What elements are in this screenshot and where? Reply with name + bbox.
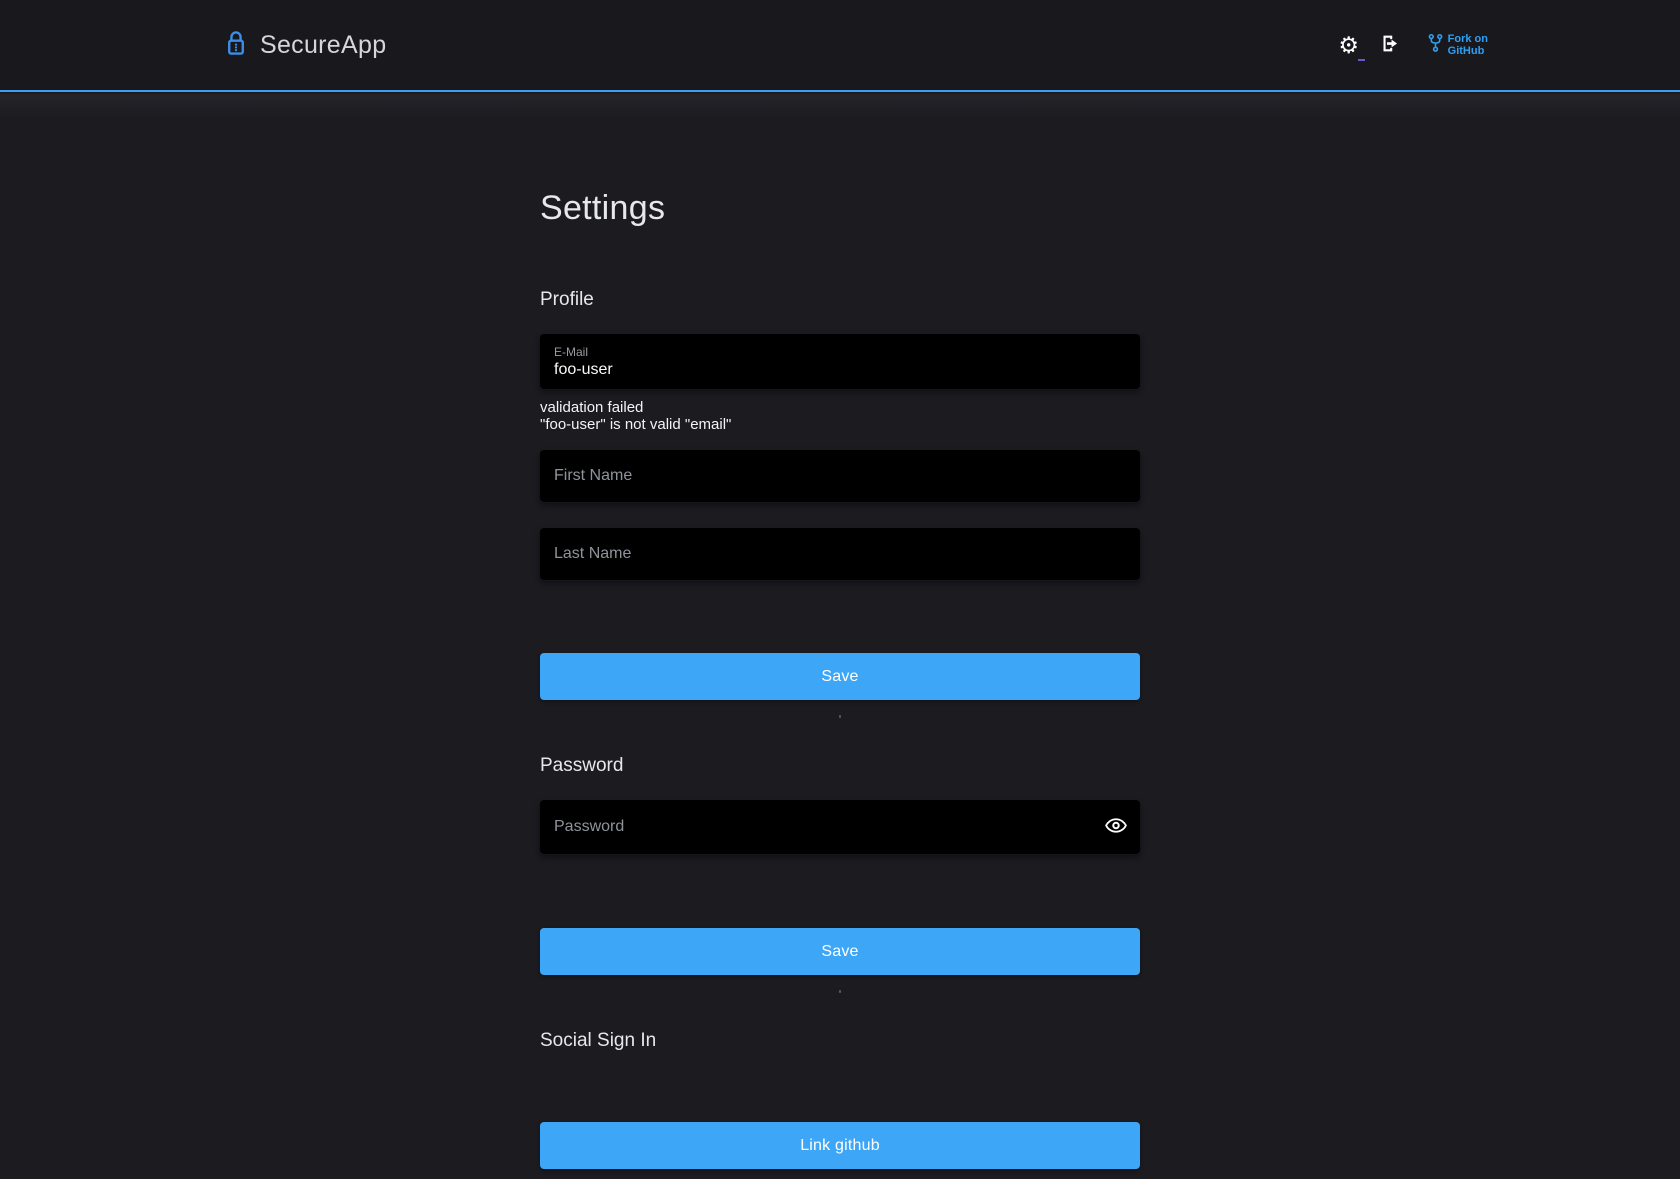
password-field [540,800,1140,854]
brand-name: SecureApp [260,31,386,60]
divider-dot [839,715,841,718]
brand[interactable]: SecureApp [225,29,386,62]
settings-gear-button[interactable]: ⚙ [1336,30,1362,60]
fork-link-line2: GitHub [1448,45,1488,57]
password-input[interactable] [554,818,1126,836]
top-navbar: SecureApp ⚙ [0,0,1680,92]
fork-link-text: Fork on GitHub [1448,33,1488,57]
password-save-button[interactable]: Save [540,928,1140,975]
settings-content: Settings Profile E-Mail validation faile… [540,92,1140,1169]
email-field-label: E-Mail [554,345,1126,359]
social-section-heading: Social Sign In [540,1030,1140,1052]
validation-error: validation failed "foo-user" is not vali… [540,399,1140,433]
git-fork-icon [1428,33,1443,58]
first-name-field [540,450,1140,502]
email-field: E-Mail [540,334,1140,389]
navbar-actions: ⚙ [1336,30,1488,60]
page-title: Settings [540,188,1140,228]
settings-page: SecureApp ⚙ [0,0,1680,1179]
validation-error-line2: "foo-user" is not valid "email" [540,416,1140,433]
profile-section-heading: Profile [540,289,1140,311]
last-name-field [540,528,1140,580]
divider-dot [839,990,841,993]
fork-on-github-link[interactable]: Fork on GitHub [1428,33,1488,58]
logout-button[interactable] [1378,30,1404,60]
logout-icon [1380,33,1401,57]
gear-icon: ⚙ [1338,34,1359,57]
lock-icon [225,29,247,62]
last-name-input[interactable] [554,545,1126,563]
gear-focus-underscore [1358,59,1365,61]
toggle-password-visibility-button[interactable] [1103,814,1129,840]
profile-save-button[interactable]: Save [540,653,1140,700]
validation-error-line1: validation failed [540,399,1140,416]
first-name-input[interactable] [554,467,1126,485]
eye-icon [1105,818,1127,836]
fork-link-line1: Fork on [1448,33,1488,45]
password-section-heading: Password [540,755,1140,777]
link-github-button[interactable]: Link github [540,1122,1140,1169]
email-input[interactable] [554,361,1126,379]
